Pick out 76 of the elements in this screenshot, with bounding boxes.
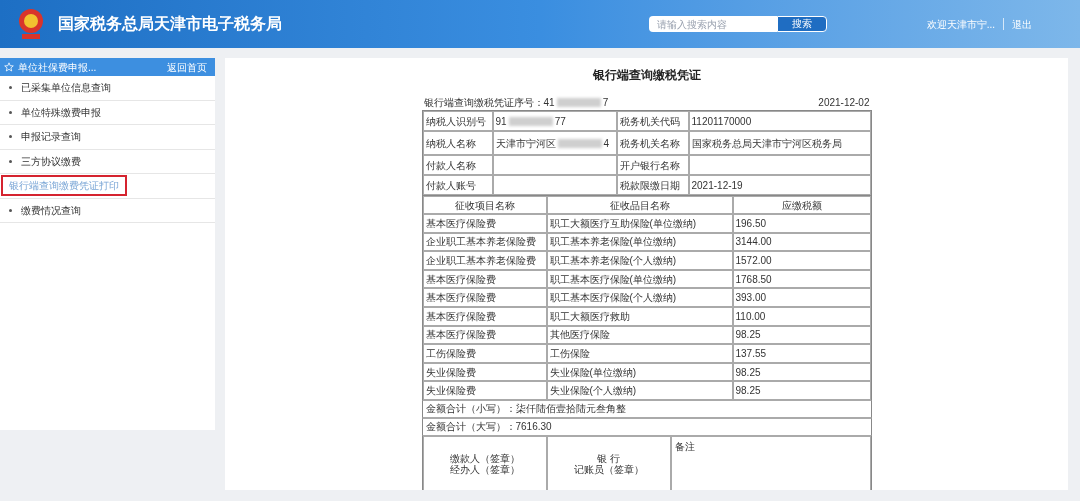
table-cell: 其他医疗保险 <box>546 325 733 345</box>
table-cell: 职工大额医疗互助保险(单位缴纳) <box>546 214 733 233</box>
sidebar-title: 单位社保费申报... <box>18 60 97 75</box>
voucher-title: 银行端查询缴税凭证 <box>592 67 701 84</box>
table-cell: 职工基本养老保险(单位缴纳) <box>546 232 733 252</box>
table-cell: 98.25 <box>732 325 871 345</box>
table-cell: 企业职工基本养老保险费 <box>422 232 547 252</box>
emblem-icon <box>16 7 46 41</box>
cell-text: 77 <box>554 114 566 129</box>
column-header: 应缴税额 <box>732 196 871 214</box>
total-text: 金额合计（小写）：柒仟陆佰壹拾陆元叁角整 <box>425 402 626 417</box>
table-cell: 2021-12-19 <box>688 175 871 195</box>
table-cell: 11201170000 <box>688 111 871 131</box>
table-cell: 税款限缴日期 <box>616 175 689 195</box>
table-cell: 职工基本养老保险(个人缴纳) <box>546 251 733 270</box>
total-text: 金额合计（大写）：7616.30 <box>425 420 552 435</box>
welcome-text: 欢迎天津市宁... <box>926 17 995 32</box>
table-cell: 98.25 <box>732 381 871 400</box>
cell-text: 7 <box>602 95 609 110</box>
star-icon <box>4 62 14 72</box>
sidebar-item[interactable]: 缴费情况查询 <box>21 202 81 218</box>
voucher-date: 2021-12-02 <box>818 95 870 110</box>
table-cell: 职工基本医疗保险(单位缴纳) <box>546 269 733 289</box>
table-cell: 付款人账号 <box>422 175 493 195</box>
signature-label: 银 行 <box>597 452 620 464</box>
column-header: 征收品目名称 <box>546 196 733 214</box>
signature-label: 缴款人（签章） <box>449 452 520 464</box>
table-cell: 职工基本医疗保险(个人缴纳) <box>546 288 733 307</box>
table-cell: 国家税务总局天津市宁河区税务局 <box>688 131 871 155</box>
table-cell: 393.00 <box>732 288 871 307</box>
table-cell: 纳税人识别号 <box>422 111 493 131</box>
table-cell: 工伤保险费 <box>422 344 547 363</box>
table-cell: 失业保险(个人缴纳) <box>546 381 733 400</box>
bullet-icon <box>9 135 12 139</box>
table-cell: 1768.50 <box>732 269 871 289</box>
table-cell: 98.25 <box>732 362 871 382</box>
sidebar-item[interactable]: 单位特殊缴费申报 <box>21 104 101 120</box>
signature-label: 记账员（签章） <box>573 463 644 475</box>
table-cell: 基本医疗保险费 <box>422 214 547 233</box>
bullet-icon <box>9 86 12 90</box>
bullet-icon <box>9 110 12 114</box>
table-cell: 196.50 <box>732 214 871 233</box>
table-cell: 失业保险费 <box>422 362 547 382</box>
table-cell: 开户银行名称 <box>616 155 689 175</box>
bullet-icon <box>9 208 12 212</box>
search-field[interactable]: 请输入搜索内容 <box>648 16 777 32</box>
sidebar-item[interactable]: 申报记录查询 <box>21 129 81 145</box>
table-cell: 基本医疗保险费 <box>422 325 547 345</box>
search-button[interactable]: 搜索 <box>776 16 827 32</box>
table-cell: 110.00 <box>732 306 871 326</box>
table-cell: 基本医疗保险费 <box>422 306 547 326</box>
remarks-label: 备注 <box>674 440 695 452</box>
table-cell: 纳税人名称 <box>422 131 493 155</box>
bullet-icon <box>9 159 12 163</box>
site-title: 国家税务总局天津市电子税务局 <box>58 14 282 34</box>
table-cell: 企业职工基本养老保险费 <box>422 251 547 270</box>
cell-text: 天津市宁河区 <box>495 136 556 151</box>
cell-text: 91 <box>495 114 507 129</box>
cell-text: 4 <box>603 136 610 151</box>
column-header: 征收项目名称 <box>422 196 547 214</box>
cell-text: 银行端查询缴税凭证序号：41 <box>423 95 555 110</box>
sidebar-item[interactable]: 已采集单位信息查询 <box>21 80 111 96</box>
table-cell: 1572.00 <box>732 251 871 270</box>
signature-label: 经办人（签章） <box>449 463 520 475</box>
table-cell: 工伤保险 <box>546 344 733 363</box>
table-cell: 失业保险费 <box>422 381 547 400</box>
table-cell: 税务机关代码 <box>616 111 689 131</box>
sidebar-item[interactable]: 三方协议缴费 <box>21 153 81 169</box>
table-cell: 职工大额医疗救助 <box>546 306 733 326</box>
table-cell: 失业保险(单位缴纳) <box>546 362 733 382</box>
table-cell: 基本医疗保险费 <box>422 269 547 289</box>
table-cell: 基本医疗保险费 <box>422 288 547 307</box>
table-cell: 3144.00 <box>732 232 871 252</box>
table-cell: 付款人名称 <box>422 155 493 175</box>
table-cell: 税务机关名称 <box>616 131 689 155</box>
table-cell: 137.55 <box>732 344 871 363</box>
